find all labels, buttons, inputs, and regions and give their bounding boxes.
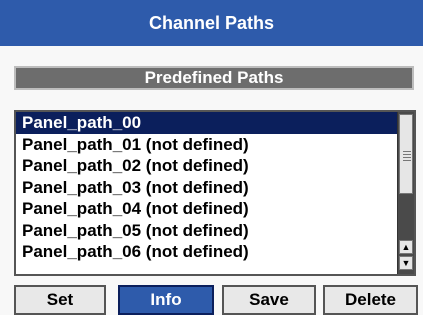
scrollbar-thumb[interactable] [399, 114, 413, 194]
list-item[interactable]: Panel_path_04 (not defined) [16, 198, 400, 220]
section-header: Predefined Paths [14, 66, 414, 90]
list-item[interactable]: Panel_path_02 (not defined) [16, 155, 400, 177]
delete-button[interactable]: Delete [323, 285, 418, 315]
grip-icon [403, 151, 411, 163]
save-button[interactable]: Save [222, 285, 316, 315]
info-button[interactable]: Info [118, 285, 214, 315]
paths-list-box[interactable]: Panel_path_00 Panel_path_01 (not defined… [14, 110, 416, 276]
list-item[interactable]: Panel_path_00 [16, 112, 400, 134]
paths-list[interactable]: Panel_path_00 Panel_path_01 (not defined… [16, 112, 400, 274]
window-title: Channel Paths [0, 0, 423, 46]
scroll-down-arrow-icon[interactable]: ▼ [399, 256, 413, 270]
list-item[interactable]: Panel_path_05 (not defined) [16, 220, 400, 242]
list-item[interactable]: Panel_path_03 (not defined) [16, 177, 400, 199]
scroll-up-arrow-icon[interactable]: ▲ [399, 240, 413, 254]
vertical-scrollbar[interactable]: ▲ ▼ [397, 112, 414, 274]
set-button[interactable]: Set [14, 285, 106, 315]
list-item[interactable]: Panel_path_06 (not defined) [16, 241, 400, 263]
list-item[interactable]: Panel_path_01 (not defined) [16, 134, 400, 156]
